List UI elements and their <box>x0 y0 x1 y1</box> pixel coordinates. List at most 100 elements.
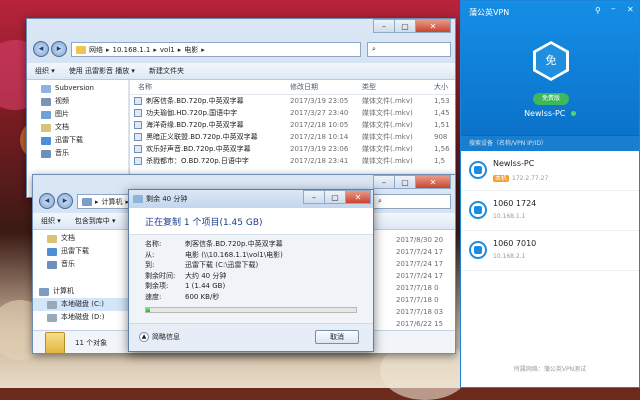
breadcrumb-item[interactable]: 10.168.1.1 <box>113 46 151 54</box>
vpn-client-window: 蒲公英VPN ⚲ – ✕ 免 免费版 Newlss-PC 搜索设备（名称/VPN… <box>460 0 640 388</box>
device-search-input[interactable]: 搜索设备（名称/VPN IP/ID） <box>461 135 639 151</box>
include-in-library-button[interactable]: 包含到库中 ▾ <box>75 216 116 226</box>
forward-button[interactable]: ▸ <box>57 193 73 209</box>
tree-item-computer[interactable]: 计算机 <box>33 285 128 298</box>
table-row[interactable]: 刺客信条.BD.720p.中英双字幕 2017/3/19 23:05 媒体文件(.m… <box>130 95 455 107</box>
organize-button[interactable]: 组织 ▾ <box>41 216 61 226</box>
device-list-item[interactable]: 1060 7010 10.168.2.1 <box>461 231 639 271</box>
drive-icon <box>47 300 57 309</box>
tree-item[interactable]: 迅雷下载 <box>33 245 128 258</box>
tree-item[interactable]: 图片 <box>27 108 128 121</box>
device-ip-line: 本机 172.2.77.27 <box>493 175 549 182</box>
close-button[interactable]: ✕ <box>627 5 634 14</box>
chevron-up-icon: ▲ <box>139 332 149 342</box>
tree-item[interactable]: 迅雷下载 <box>27 134 128 147</box>
device-ip-line: 10.168.1.1 <box>493 213 526 220</box>
video-file-icon <box>134 145 142 153</box>
computer-icon <box>82 197 92 206</box>
video-folder-icon <box>41 97 51 106</box>
picture-folder-icon <box>41 110 51 119</box>
table-row[interactable]: 海洋奇缘.BD.720p.中英双字幕 2017/2/18 10:05 媒体文件(.m… <box>130 119 455 131</box>
address-bar[interactable]: 网络 ▸ 10.168.1.1 ▸ vol1 ▸ 电影 ▸ <box>71 42 361 57</box>
detail-value: 1 (1.44 GB) <box>185 282 226 290</box>
download-folder-icon <box>41 136 51 145</box>
video-file-icon <box>134 157 142 165</box>
close-button[interactable]: ✕ <box>415 19 451 33</box>
play-with-button[interactable]: 使用 迅雷影音 播放 ▾ <box>69 66 135 76</box>
tree-item[interactable]: 文档 <box>27 121 128 134</box>
tree-item-drive-c[interactable]: 本地磁盘 (C:) <box>33 298 128 311</box>
pin-icon[interactable]: ⚲ <box>595 6 601 15</box>
list-item-date: 2017/7/18 0 <box>396 296 439 304</box>
tree-item[interactable]: 音乐 <box>33 258 128 271</box>
file-date: 2017/3/19 23:05 <box>290 97 349 105</box>
minimize-button[interactable]: – <box>303 190 325 204</box>
copy-detail-row: 到: 迅雷下载 (C:\迅雷下载) <box>145 260 365 271</box>
breadcrumb-item[interactable]: 计算机 <box>102 197 123 207</box>
column-date[interactable]: 修改日期 <box>290 80 362 94</box>
detail-label: 剩余时间: <box>145 271 176 280</box>
close-button[interactable]: ✕ <box>415 175 451 189</box>
device-name: Newlss-PC <box>493 159 535 168</box>
column-size[interactable]: 大小 <box>434 80 454 94</box>
minimize-button[interactable]: – <box>373 19 395 33</box>
video-file-icon <box>134 97 142 105</box>
device-list-item[interactable]: Newlss-PC 本机 172.2.77.27 <box>461 151 639 191</box>
table-row[interactable]: 功夫瑜伽.HD.720p.国语中字 2017/3/27 23:40 媒体文件(.mk… <box>130 107 455 119</box>
copy-detail-row: 速度: 600 KB/秒 <box>145 292 365 303</box>
file-date: 2017/3/27 23:40 <box>290 109 349 117</box>
copy-detail-row: 剩余时间: 大约 40 分钟 <box>145 271 365 282</box>
device-name: 1060 1724 <box>493 199 537 208</box>
search-icon: ⌕ <box>372 45 376 53</box>
tree-item[interactable]: 视频 <box>27 95 128 108</box>
column-type[interactable]: 类型 <box>362 80 434 94</box>
tree-item[interactable]: 文档 <box>33 232 128 245</box>
maximize-button[interactable]: ▢ <box>324 190 346 204</box>
tree-item-drive-d[interactable]: 本地磁盘 (D:) <box>33 311 128 324</box>
back-button[interactable]: ◂ <box>39 193 55 209</box>
file-type: 媒体文件(.mkv) <box>362 133 413 141</box>
organize-button[interactable]: 组织 ▾ <box>35 66 55 76</box>
less-info-toggle[interactable]: ▲ 简略信息 <box>139 332 180 342</box>
folder-icon <box>76 45 86 54</box>
search-input[interactable]: ⌕ <box>367 42 451 57</box>
column-name[interactable]: 名称 <box>130 80 290 94</box>
file-name: 杀戮都市：O.BD.720p.日语中字 <box>130 155 290 167</box>
search-input[interactable]: ⌕ <box>373 194 451 209</box>
detail-label: 名称: <box>145 240 162 248</box>
forward-button[interactable]: ▸ <box>51 41 67 57</box>
navigation-pane: 文档 迅雷下载 音乐 计算机 本地磁盘 (C:) 本地磁盘 (D:) <box>33 230 129 330</box>
dialog-heading: 正在复制 1 个项目(1.45 GB) <box>145 218 263 228</box>
detail-value: 电影 (\\10.168.1.1\vol1\电影) <box>185 250 283 259</box>
back-button[interactable]: ◂ <box>33 41 49 57</box>
tree-item[interactable]: 音乐 <box>27 147 128 160</box>
file-size: 1,5 <box>434 157 446 165</box>
file-date: 2017/2/18 10:14 <box>290 133 349 141</box>
table-row[interactable]: 杀戮都市：O.BD.720p.日语中字 2017/2/18 23:41 媒体文件(.… <box>130 155 455 167</box>
file-name: 海洋奇缘.BD.720p.中英双字幕 <box>130 119 290 131</box>
table-row[interactable]: 黑暗正义联盟.BD.720p.中英双字幕 2017/2/18 10:14 媒体文件(… <box>130 131 455 143</box>
tree-item[interactable]: Subversion <box>27 82 128 95</box>
maximize-button[interactable]: ▢ <box>394 19 416 33</box>
copy-detail-row: 名称: 刺客信条.BD.720p.中英双字幕 <box>145 239 365 250</box>
breadcrumb-item[interactable]: 网络 <box>89 45 103 55</box>
breadcrumb-item[interactable]: vol1 <box>160 46 175 54</box>
minimize-button[interactable]: – <box>373 175 395 189</box>
music-folder-icon <box>41 149 51 158</box>
breadcrumb-item[interactable]: 电影 <box>184 45 198 55</box>
close-button[interactable]: ✕ <box>345 190 371 204</box>
minimize-button[interactable]: – <box>611 4 616 14</box>
list-item-date: 2017/7/24 17 <box>396 272 444 280</box>
dialog-titlebar: 剩余 40 分钟 – ▢ ✕ <box>129 190 373 208</box>
file-name: 黑暗正义联盟.BD.720p.中英双字幕 <box>130 131 290 143</box>
network-footer: 所属网络：蒲公英VPN测试 <box>513 366 587 373</box>
device-list-item[interactable]: 1060 1724 10.168.1.1 <box>461 191 639 231</box>
video-file-icon <box>134 121 142 129</box>
detail-label: 剩余项: <box>145 282 169 290</box>
maximize-button[interactable]: ▢ <box>394 175 416 189</box>
copy-progress-bar <box>145 307 357 313</box>
online-status-icon <box>570 111 576 116</box>
new-folder-button[interactable]: 新建文件夹 <box>149 66 184 76</box>
cancel-button[interactable]: 取消 <box>315 330 359 344</box>
table-row[interactable]: 欢乐好声音.BD.720p.中英双字幕 2017/3/19 23:06 媒体文件(.… <box>130 143 455 155</box>
